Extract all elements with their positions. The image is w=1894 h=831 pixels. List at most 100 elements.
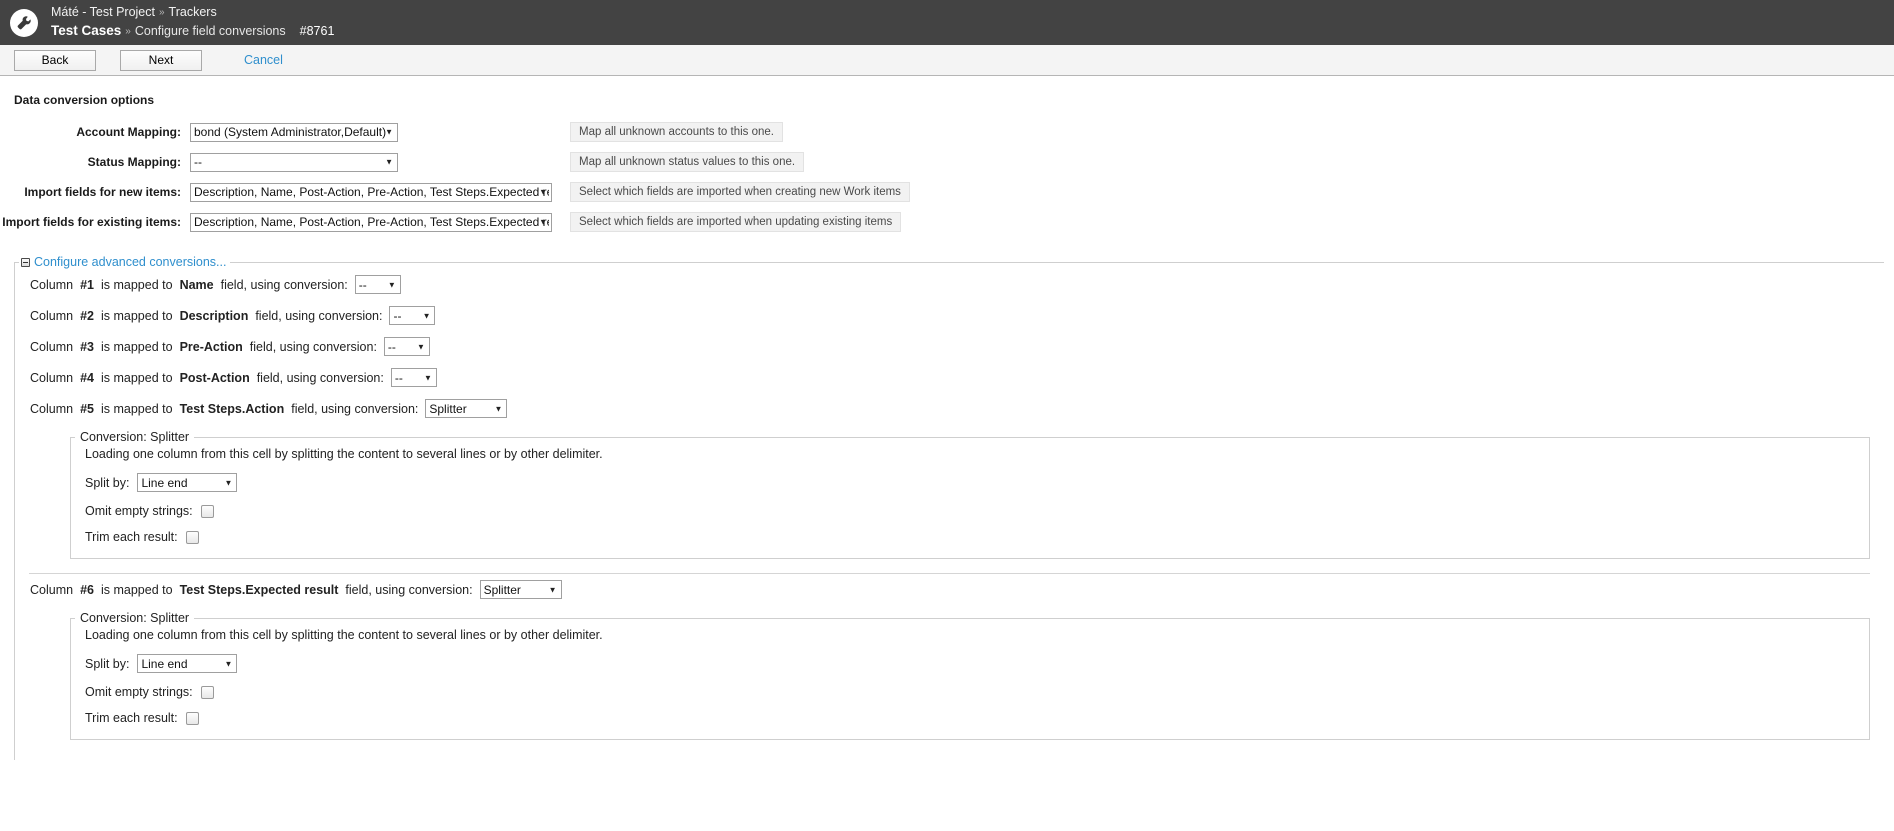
status-mapping-select[interactable]: -- (190, 152, 398, 172)
import-fields-new-select[interactable]: Description, Name, Post-Action, Pre-Acti… (190, 182, 552, 202)
conversion-select-4[interactable]: -- (390, 368, 437, 387)
wizard-toolbar: Back Next Cancel (0, 45, 1894, 76)
import-fields-existing-hint-cell: Select which fields are imported when up… (552, 207, 910, 237)
cancel-link[interactable]: Cancel (244, 53, 283, 67)
column-mapping-row-6: Column #6 is mapped to Test Steps.Expect… (15, 574, 1884, 605)
omit-empty-label-6: Omit empty strings: (85, 685, 193, 699)
column-number-2: #2 (80, 308, 94, 323)
import-fields-existing-select-wrap: Description, Name, Post-Action, Pre-Acti… (190, 212, 552, 232)
column-suffix-6: field, using conversion: (345, 582, 473, 597)
conversion-select-wrap-5: Splitter (425, 399, 508, 418)
split-by-select-wrap-5: Line end (137, 473, 238, 492)
column-mapping-row-5: Column #5 is mapped to Test Steps.Action… (15, 393, 1884, 424)
data-conversion-options-table: Account Mapping: bond (System Administra… (0, 117, 910, 237)
import-fields-existing-label: Import fields for existing items: (2, 215, 181, 229)
column-number-3: #3 (80, 339, 94, 354)
import-fields-existing-hint: Select which fields are imported when up… (570, 212, 902, 232)
breadcrumb-section[interactable]: Trackers (169, 5, 217, 19)
column-prefix-3: Column (30, 339, 74, 354)
column-field-2: Description (179, 308, 249, 323)
column-number-4: #4 (80, 370, 94, 385)
column-suffix-2: field, using conversion: (255, 308, 383, 323)
conversion-select-2[interactable]: -- (389, 306, 436, 325)
trim-result-label-6: Trim each result: (85, 711, 178, 725)
column-field-5: Test Steps.Action (179, 401, 285, 416)
table-row: Account Mapping: bond (System Administra… (0, 117, 910, 147)
account-mapping-cell: bond (System Administrator,Default) (190, 117, 552, 147)
column-mapping-row-4: Column #4 is mapped to Post-Action field… (15, 362, 1884, 393)
breadcrumb-page: Configure field conversions (134, 23, 286, 38)
split-by-label-6: Split by: (85, 656, 130, 671)
account-mapping-select[interactable]: bond (System Administrator,Default) (190, 122, 398, 142)
conversion-select-wrap-2: -- (389, 306, 436, 325)
split-by-label-5: Split by: (85, 475, 130, 490)
breadcrumb-separator-icon-2: » (125, 25, 131, 37)
column-field-4: Post-Action (179, 370, 250, 385)
breadcrumb-item-id: #8761 (299, 23, 335, 38)
conversion-select-6[interactable]: Splitter (479, 580, 562, 599)
column-mid-1: is mapped to (100, 277, 173, 292)
status-mapping-label: Status Mapping: (87, 155, 181, 169)
column-field-6: Test Steps.Expected result (179, 582, 339, 597)
app-logo-icon (10, 8, 38, 37)
trim-result-checkbox-6[interactable] (185, 711, 199, 725)
import-fields-new-select-wrap: Description, Name, Post-Action, Pre-Acti… (190, 182, 552, 202)
collapse-minus-icon[interactable] (21, 257, 30, 267)
advanced-conversions-label[interactable]: Configure advanced conversions... (34, 255, 226, 269)
column-suffix-3: field, using conversion: (249, 339, 377, 354)
status-mapping-select-wrap: -- (190, 152, 398, 172)
conversion-select-1[interactable]: -- (354, 275, 401, 294)
splitter-legend-6: Conversion: Splitter (80, 611, 190, 625)
conversion-select-wrap-3: -- (383, 337, 430, 356)
breadcrumb-top: Máté - Test Project» Trackers (51, 5, 334, 21)
column-suffix-4: field, using conversion: (256, 370, 384, 385)
splitter-description-6: Loading one column from this cell by spl… (85, 628, 603, 642)
breadcrumb-tracker[interactable]: Test Cases (51, 23, 121, 38)
column-suffix-5: field, using conversion: (291, 401, 419, 416)
column-mapping-row-1: Column #1 is mapped to Name field, using… (15, 269, 1884, 300)
column-suffix-1: field, using conversion: (220, 277, 348, 292)
breadcrumb-separator-icon: » (158, 7, 165, 19)
conversion-select-3[interactable]: -- (383, 337, 430, 356)
column-mid-4: is mapped to (100, 370, 173, 385)
column-field-3: Pre-Action (179, 339, 243, 354)
conversion-select-wrap-4: -- (390, 368, 437, 387)
advanced-conversions-fieldset: Configure advanced conversions... Column… (14, 255, 1884, 760)
account-mapping-hint-cell: Map all unknown accounts to this one. (552, 117, 910, 147)
main-content: Data conversion options Account Mapping:… (0, 76, 1894, 760)
splitter-description-5: Loading one column from this cell by spl… (85, 447, 603, 461)
conversion-select-wrap-6: Splitter (479, 580, 562, 599)
column-prefix-5: Column (30, 401, 74, 416)
back-button[interactable]: Back (14, 49, 96, 71)
table-row: Status Mapping: -- Map all unknown statu… (0, 147, 910, 177)
omit-empty-checkbox-6[interactable] (200, 685, 214, 699)
split-by-row-5: Split by: Line end (71, 461, 1869, 492)
table-row: Import fields for existing items: Descri… (0, 207, 910, 237)
split-by-select-5[interactable]: Line end (137, 473, 238, 492)
status-mapping-hint-cell: Map all unknown status values to this on… (552, 147, 910, 177)
column-mapping-row-2: Column #2 is mapped to Description field… (15, 300, 1884, 331)
status-mapping-hint: Map all unknown status values to this on… (570, 152, 805, 172)
column-mid-5: is mapped to (100, 401, 173, 416)
breadcrumb-project[interactable]: Máté - Test Project (51, 5, 155, 19)
column-field-1: Name (179, 277, 214, 292)
advanced-conversions-legend[interactable]: Configure advanced conversions... (19, 255, 230, 269)
split-by-select-6[interactable]: Line end (137, 654, 238, 673)
omit-empty-row-6: Omit empty strings: (71, 673, 1869, 699)
splitter-fieldset-6: Conversion: Splitter Loading one column … (70, 611, 1870, 740)
breadcrumb: Máté - Test Project» Trackers Test Cases»… (51, 5, 334, 40)
status-mapping-cell: -- (190, 147, 552, 177)
trim-result-row-5: Trim each result: (71, 518, 1869, 544)
trim-result-label-5: Trim each result: (85, 530, 178, 544)
conversion-select-5[interactable]: Splitter (425, 399, 508, 418)
next-button[interactable]: Next (120, 49, 202, 71)
column-number-1: #1 (80, 277, 94, 292)
import-fields-existing-select[interactable]: Description, Name, Post-Action, Pre-Acti… (190, 212, 552, 232)
omit-empty-checkbox-5[interactable] (200, 504, 214, 518)
column-prefix-6: Column (30, 582, 74, 597)
column-mid-2: is mapped to (100, 308, 173, 323)
split-by-select-wrap-6: Line end (137, 654, 238, 673)
column-prefix-4: Column (30, 370, 74, 385)
column-number-6: #6 (80, 582, 94, 597)
trim-result-checkbox-5[interactable] (185, 530, 199, 544)
